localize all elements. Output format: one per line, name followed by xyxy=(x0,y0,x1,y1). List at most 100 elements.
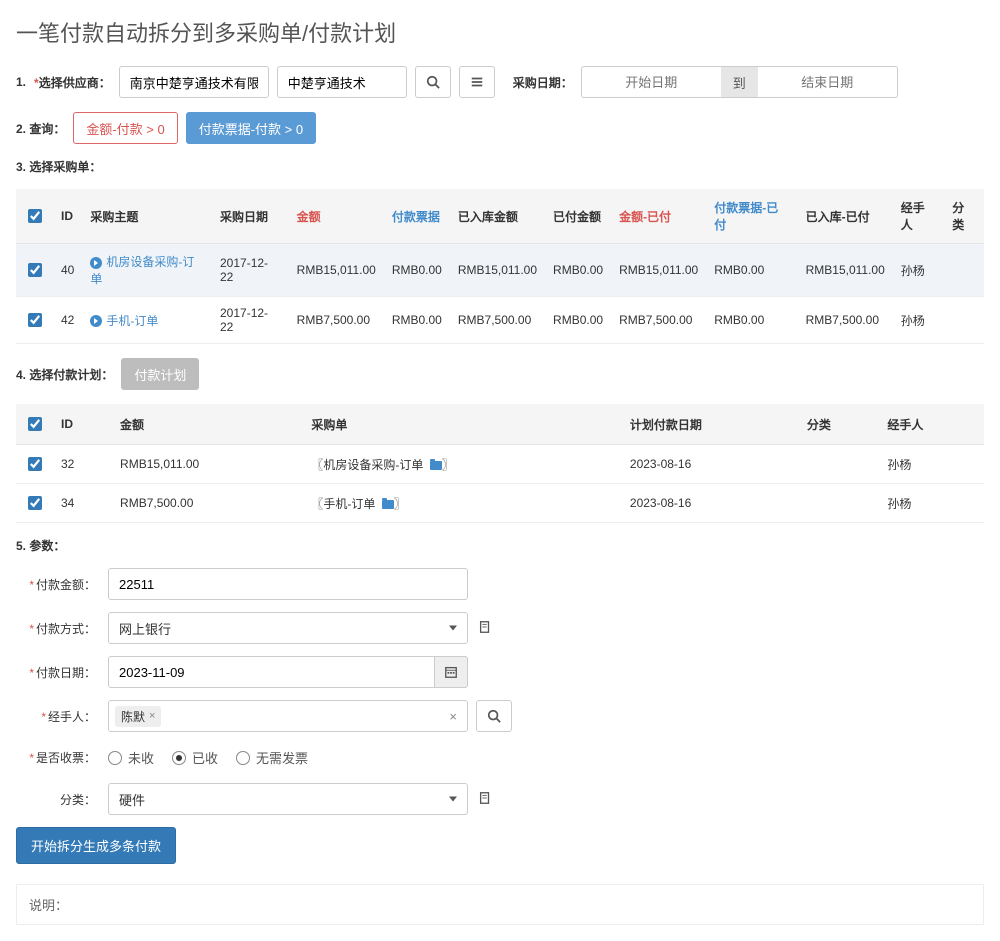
radio-icon xyxy=(172,751,186,765)
query-amount-button[interactable]: 金额-付款 > 0 xyxy=(73,112,177,144)
date-range: 到 xyxy=(581,66,898,98)
search-button[interactable] xyxy=(415,66,451,98)
supplier-short-input[interactable] xyxy=(277,66,407,98)
col-amount: 金额 xyxy=(289,189,384,244)
chevron-down-icon xyxy=(449,797,457,802)
amount-label: 付款金额： xyxy=(36,578,96,592)
col-id: ID xyxy=(53,189,82,244)
pcol-category: 分类 xyxy=(799,404,879,445)
arrow-icon xyxy=(90,257,102,269)
cell-amount: RMB15,011.00 xyxy=(289,244,384,297)
radio-icon xyxy=(236,751,250,765)
note-icon xyxy=(478,791,492,805)
row-checkbox[interactable] xyxy=(28,496,42,510)
search-icon xyxy=(487,709,501,723)
row-checkbox[interactable] xyxy=(28,457,42,471)
invoice-label: 是否收票： xyxy=(36,751,96,765)
col-date: 采购日期 xyxy=(212,189,289,244)
supplier-input[interactable] xyxy=(119,66,269,98)
folder-icon xyxy=(382,500,394,509)
step-5-row: 5. 参数： xyxy=(16,537,984,554)
step4-label: 4. 选择付款计划： xyxy=(16,366,113,383)
list-button[interactable] xyxy=(459,66,495,98)
end-date-input[interactable] xyxy=(758,66,898,98)
pcol-po: 采购单 xyxy=(303,404,621,445)
step5-label: 5. 参数： xyxy=(16,537,65,554)
table-row: 40机房设备采购-订单2017-12-22RMB15,011.00RMB0.00… xyxy=(16,244,984,297)
cell-handler: 孙杨 xyxy=(893,244,944,297)
cell-amount: RMB15,011.00 xyxy=(112,445,303,484)
col-in-amount: 已入库金额 xyxy=(450,189,545,244)
cell-amount-paid: RMB7,500.00 xyxy=(611,297,706,344)
calendar-button[interactable] xyxy=(434,656,468,688)
table-row: 34RMB7,500.00〖手机-订单 〗2023-08-16孙杨 xyxy=(16,484,984,523)
radio-label: 无需发票 xyxy=(256,748,308,767)
step3-label: 3. 选择采购单： xyxy=(16,158,101,175)
step-3-row: 3. 选择采购单： xyxy=(16,158,984,175)
payment-amount-input[interactable] xyxy=(108,568,468,600)
edit-method-icon[interactable] xyxy=(478,620,492,637)
handler-search-button[interactable] xyxy=(476,700,512,732)
plan-select-all[interactable] xyxy=(28,417,42,431)
cell-amount-paid: RMB15,011.00 xyxy=(611,244,706,297)
cell-in-paid: RMB7,500.00 xyxy=(798,297,893,344)
col-invoice: 付款票据 xyxy=(384,189,450,244)
plan-table: ID 金额 采购单 计划付款日期 分类 经手人 32RMB15,011.00〖机… xyxy=(16,404,984,523)
row-checkbox[interactable] xyxy=(28,263,42,277)
invoice-radio-option[interactable]: 已收 xyxy=(172,748,218,767)
calendar-icon xyxy=(444,665,458,679)
submit-split-button[interactable]: 开始拆分生成多条付款 xyxy=(16,827,176,864)
cell-date: 2017-12-22 xyxy=(212,297,289,344)
cell-paid-amount: RMB0.00 xyxy=(545,244,611,297)
po-table: ID 采购主题 采购日期 金额 付款票据 已入库金额 已付金额 金额-已付 付款… xyxy=(16,189,984,344)
col-category: 分类 xyxy=(944,189,984,244)
step-4-row: 4. 选择付款计划： 付款计划 xyxy=(16,358,984,390)
col-paid-amount: 已付金额 xyxy=(545,189,611,244)
clear-handler-icon[interactable]: × xyxy=(449,709,457,724)
handler-label: 经手人： xyxy=(48,710,96,724)
payment-date-input[interactable] xyxy=(108,656,468,688)
query-invoice-button[interactable]: 付款票据-付款 > 0 xyxy=(186,112,316,144)
po-select-all[interactable] xyxy=(28,209,42,223)
supplier-label: *选择供应商： xyxy=(34,74,111,91)
cell-in-paid: RMB15,011.00 xyxy=(798,244,893,297)
cell-invoice: RMB0.00 xyxy=(384,297,450,344)
date-label: 付款日期： xyxy=(36,666,96,680)
step-1-row: 1. *选择供应商： 采购日期： 到 xyxy=(16,66,984,98)
notes-label: 说明： xyxy=(29,898,68,913)
category-label: 分类： xyxy=(60,793,96,807)
cell-plan-date: 2023-08-16 xyxy=(622,445,799,484)
edit-category-icon[interactable] xyxy=(478,791,492,808)
cell-handler: 孙杨 xyxy=(893,297,944,344)
chevron-down-icon xyxy=(449,626,457,631)
invoice-radio-option[interactable]: 未收 xyxy=(108,748,154,767)
cell-plan-date: 2023-08-16 xyxy=(622,484,799,523)
handler-tag-input[interactable]: 陈默 × × xyxy=(108,700,468,732)
row-checkbox[interactable] xyxy=(28,313,42,327)
pcol-handler: 经手人 xyxy=(879,404,984,445)
cell-amount: RMB7,500.00 xyxy=(289,297,384,344)
cell-category xyxy=(799,484,879,523)
handler-tag: 陈默 × xyxy=(115,706,161,727)
cell-category xyxy=(799,445,879,484)
cell-invoice-paid: RMB0.00 xyxy=(706,244,797,297)
start-date-input[interactable] xyxy=(581,66,721,98)
cell-id: 32 xyxy=(53,445,112,484)
payment-plan-button[interactable]: 付款计划 xyxy=(121,358,199,390)
search-icon xyxy=(426,75,440,89)
col-invoice-paid: 付款票据-已付 xyxy=(706,189,797,244)
po-subject-link[interactable]: 机房设备采购-订单 xyxy=(90,255,194,286)
category-select[interactable]: 硬件 xyxy=(108,783,468,815)
step1-num: 1. xyxy=(16,75,26,89)
payment-method-select[interactable]: 网上银行 xyxy=(108,612,468,644)
cell-category xyxy=(944,297,984,344)
method-label: 付款方式： xyxy=(36,622,96,636)
cell-po: 〖机房设备采购-订单 〗 xyxy=(303,445,621,484)
invoice-radio-option[interactable]: 无需发票 xyxy=(236,748,308,767)
cell-in-amount: RMB15,011.00 xyxy=(450,244,545,297)
cell-paid-amount: RMB0.00 xyxy=(545,297,611,344)
folder-icon xyxy=(430,461,442,470)
cell-category xyxy=(944,244,984,297)
tag-remove-icon[interactable]: × xyxy=(149,710,155,722)
po-subject-link[interactable]: 手机-订单 xyxy=(90,314,158,328)
